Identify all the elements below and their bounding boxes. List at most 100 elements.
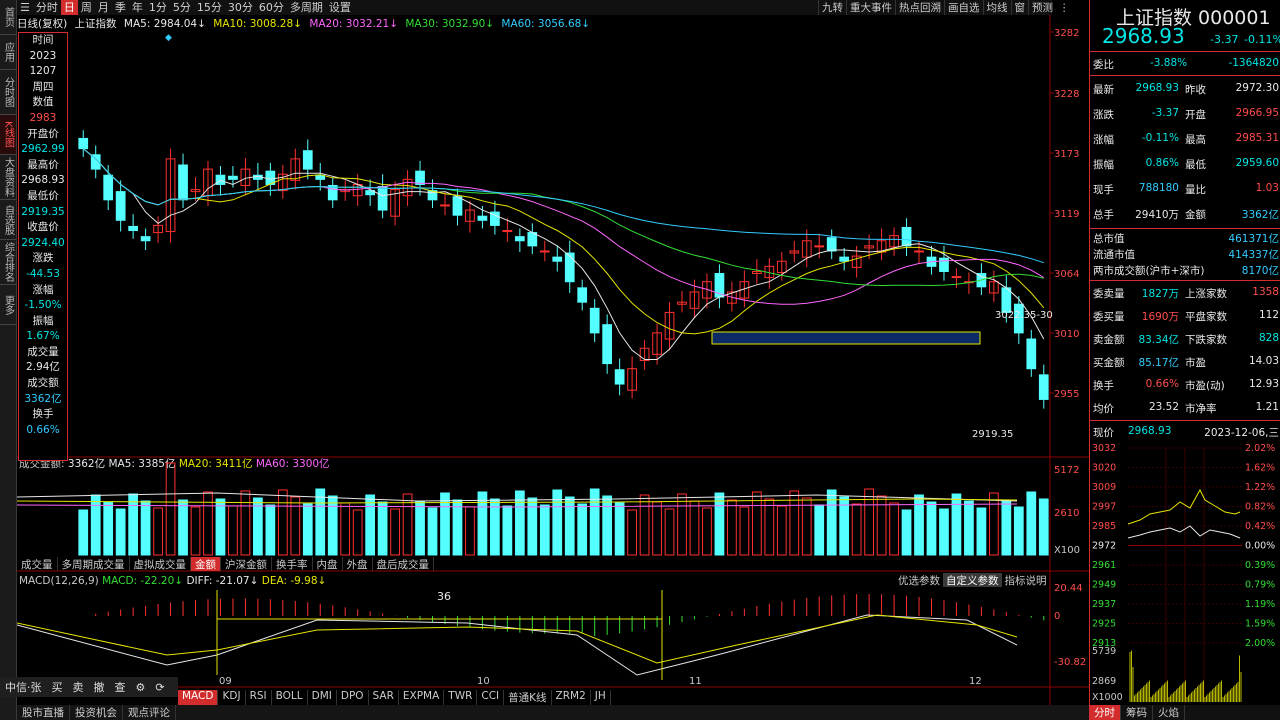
left-nav-6[interactable]: 综合排名 [0, 240, 16, 285]
left-nav-0[interactable]: 首页 [0, 0, 16, 35]
indicator-tab[interactable]: 盘后成交量 [373, 557, 434, 571]
left-nav-3[interactable]: K线图 [0, 115, 16, 155]
quote-row: 振幅 0.86% 最低 2959.60 [1090, 153, 1280, 175]
candle-body [564, 252, 575, 283]
macd-option[interactable]: 自定义参数 [943, 573, 1002, 587]
bottom-indicator-tab[interactable]: DPO [337, 690, 369, 705]
period-tab[interactable]: 分时 [33, 0, 61, 15]
tool-button[interactable]: 热点回溯 [895, 0, 944, 15]
bottom-indicator-tab[interactable]: BOLL [272, 690, 308, 705]
left-nav-7[interactable]: 更多 [0, 285, 16, 325]
left-nav-1[interactable]: 应用 [0, 35, 16, 70]
period-tab[interactable]: 5分 [170, 0, 194, 15]
volume-bar [739, 506, 750, 556]
volume-bar [602, 495, 613, 556]
bottom-indicator-tab[interactable]: EXPMA [399, 690, 445, 705]
candle-body [115, 191, 126, 221]
bottom-indicator-tab[interactable]: MACD [178, 690, 219, 705]
volume-bar [277, 489, 288, 556]
tool-button[interactable]: 窗 [1010, 0, 1029, 15]
trade-button[interactable]: 卖 [68, 679, 89, 695]
indicator-tab[interactable]: 金额 [191, 557, 221, 571]
quote-cell: 振幅 [1093, 159, 1114, 171]
bottom-indicator-tab[interactable]: CCI [477, 690, 505, 705]
indicator-tab[interactable]: 外盘 [343, 557, 373, 571]
price-pct: -0.11% [1244, 33, 1280, 46]
quote-tab[interactable]: 筹码 [1121, 705, 1153, 720]
bottom-indicator-tab[interactable]: TWR [444, 690, 478, 705]
macd-option[interactable]: 优选参数 [895, 573, 943, 587]
quote-cell: 112 [1258, 309, 1279, 321]
info-vol: 2.94亿 [26, 361, 60, 374]
info-weekday: 周四 [32, 80, 54, 93]
trade-button[interactable]: ⚙ [131, 681, 151, 694]
indicator-tab[interactable]: 换手率 [272, 557, 313, 571]
bottom-indicator-tab[interactable]: DMI [308, 690, 337, 705]
indicator-tab[interactable]: 成交量 [17, 557, 58, 571]
volume-bar [327, 495, 338, 556]
info-high: 2968.93 [21, 174, 65, 187]
period-tab[interactable]: 年 [129, 0, 146, 15]
mini-price-label: 3032 [1092, 443, 1116, 454]
indicator-tab[interactable]: 沪深金额 [221, 557, 272, 571]
indicator-tab[interactable]: 内盘 [313, 557, 343, 571]
status-bar: 股市直播 投资机会 观点评论 [17, 705, 1089, 720]
trade-button[interactable]: 撤 [89, 679, 110, 695]
period-tab[interactable]: 60分 [256, 0, 287, 15]
bottom-indicator-tab[interactable]: KDJ [218, 690, 246, 705]
left-nav-label: 应用 [2, 42, 14, 62]
period-tab[interactable]: 日 [60, 0, 78, 15]
bottom-indicator-tab[interactable]: JH [591, 690, 611, 705]
cursor-info-box: 时间 2023 1207 周四 数值 2983 开盘价 2962.99 最高价 … [18, 32, 68, 461]
tool-button[interactable]: 预测 [1028, 0, 1056, 15]
trade-button[interactable]: ⟳ [150, 681, 169, 694]
status-tab[interactable]: 投资机会 [70, 705, 123, 720]
volume-bar [178, 499, 188, 556]
left-nav-2[interactable]: 分时图 [0, 70, 16, 115]
period-tab[interactable]: 设置 [326, 0, 354, 15]
period-tab[interactable]: 15分 [194, 0, 225, 15]
quote-cell: 市盈(动) [1185, 380, 1225, 392]
period-tab[interactable]: 1分 [146, 0, 170, 15]
bottom-indicator-tab[interactable]: 普通K线 [504, 690, 552, 705]
period-tab[interactable]: 30分 [225, 0, 256, 15]
quote-tab[interactable]: 分时 [1089, 705, 1121, 720]
left-nav-5[interactable]: 自选股 [0, 200, 16, 240]
period-tab[interactable]: 月 [95, 0, 112, 15]
tool-button[interactable]: 画自选 [944, 0, 983, 15]
trade-button[interactable]: 查 [110, 679, 131, 695]
indicator-tab[interactable]: 多周期成交量 [58, 557, 130, 571]
quote-cell: 均价 [1093, 403, 1114, 415]
menu-icon[interactable]: ☰ [17, 0, 33, 15]
more-icon[interactable]: ⋮ [1056, 2, 1073, 14]
month-label: 10 [477, 676, 490, 687]
quote-cell: 83.34亿 [1138, 334, 1179, 346]
period-tab[interactable]: 季 [112, 0, 129, 15]
candle-body [415, 170, 425, 185]
left-nav-4[interactable]: 大盘资料 [0, 155, 16, 200]
info-close: 2924.40 [21, 236, 65, 249]
status-tab[interactable]: 观点评论 [123, 705, 176, 720]
bottom-indicator-tab[interactable]: SAR [369, 690, 399, 705]
quote-cell: 平盘家数 [1185, 311, 1227, 323]
quote-tab[interactable]: 火焰 [1153, 705, 1185, 720]
period-tab[interactable]: 多周期 [287, 0, 326, 15]
dea-line [17, 614, 1018, 664]
trade-button[interactable]: 中信·张 [0, 679, 47, 695]
intraday-mini-chart[interactable]: 3032 2.02% 3020 1.62% 3009 1.22% 2997 0.82% 2985… [1090, 442, 1280, 704]
bottom-indicator-tab[interactable]: RSI [246, 690, 272, 705]
tool-button[interactable]: 重大事件 [846, 0, 895, 15]
bottom-indicator-tab[interactable]: ZRM2 [552, 690, 591, 705]
indicator-tab[interactable]: 虚拟成交量 [130, 557, 191, 571]
macd-option[interactable]: 指标说明 [1002, 573, 1050, 587]
trade-button[interactable]: 买 [47, 679, 68, 695]
tool-button[interactable]: 均线 [982, 0, 1011, 15]
tool-button[interactable]: 九转 [818, 0, 846, 15]
status-tab[interactable]: 股市直播 [17, 705, 70, 720]
volume-bar [839, 496, 850, 556]
kline-chart[interactable]: 3282 3228 3173 3119 3064 3010 2955 3022.35-30 29… [17, 15, 1089, 719]
mini-vol-label: 5739 [1092, 646, 1116, 657]
now-price: 2968.93 [1128, 425, 1172, 437]
period-tab[interactable]: 周 [78, 0, 95, 15]
volume-bar [115, 508, 126, 556]
